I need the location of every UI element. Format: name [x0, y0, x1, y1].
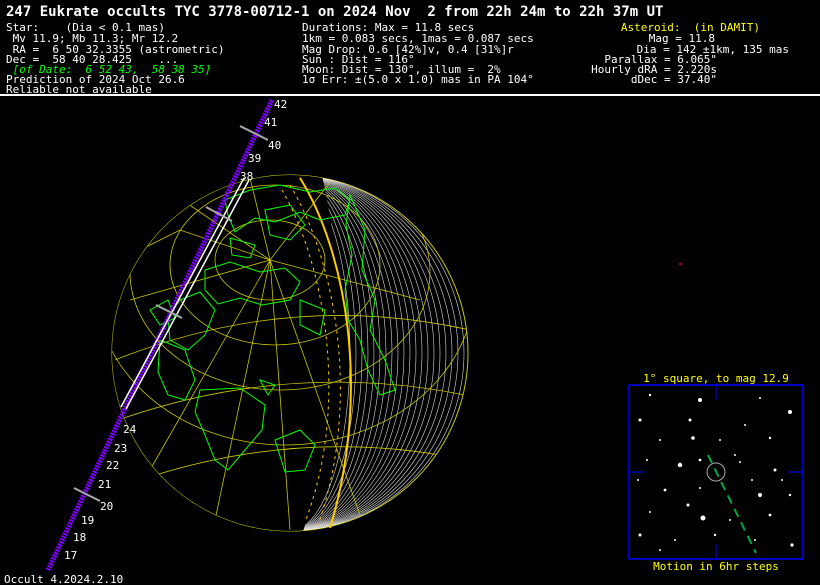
occult-window: { "title": "247 Eukrate occults TYC 3778…: [0, 0, 820, 585]
tick-label: 24: [123, 423, 137, 436]
path-marker-4: [73, 487, 101, 502]
red-marker: [679, 263, 681, 265]
tick-label: 20: [100, 500, 113, 513]
tick-label: 18: [73, 531, 86, 544]
tick-label: 19: [81, 514, 94, 527]
tick-label: 42: [274, 98, 287, 111]
globe: [111, 174, 681, 532]
tick-label: 21: [98, 478, 111, 491]
star-chart: [628, 384, 804, 560]
tick-label: 39: [248, 152, 261, 165]
star-chart-footer: Motion in 6hr steps: [653, 560, 779, 573]
tick-label: 41: [264, 116, 277, 129]
tick-label: 22: [106, 459, 119, 472]
globe-map: 42 41 40 39 38 24 23 22 21 20 19 18 17 1…: [4, 98, 804, 585]
tick-label: 23: [114, 442, 127, 455]
tick-label: 17: [64, 549, 77, 562]
tick-label: 40: [268, 139, 281, 152]
version-label: Occult 4.2024.2.10: [4, 573, 123, 585]
star-chart-caption: 1° square, to mag 12.9: [643, 372, 789, 385]
tick-label: 38: [240, 170, 253, 183]
